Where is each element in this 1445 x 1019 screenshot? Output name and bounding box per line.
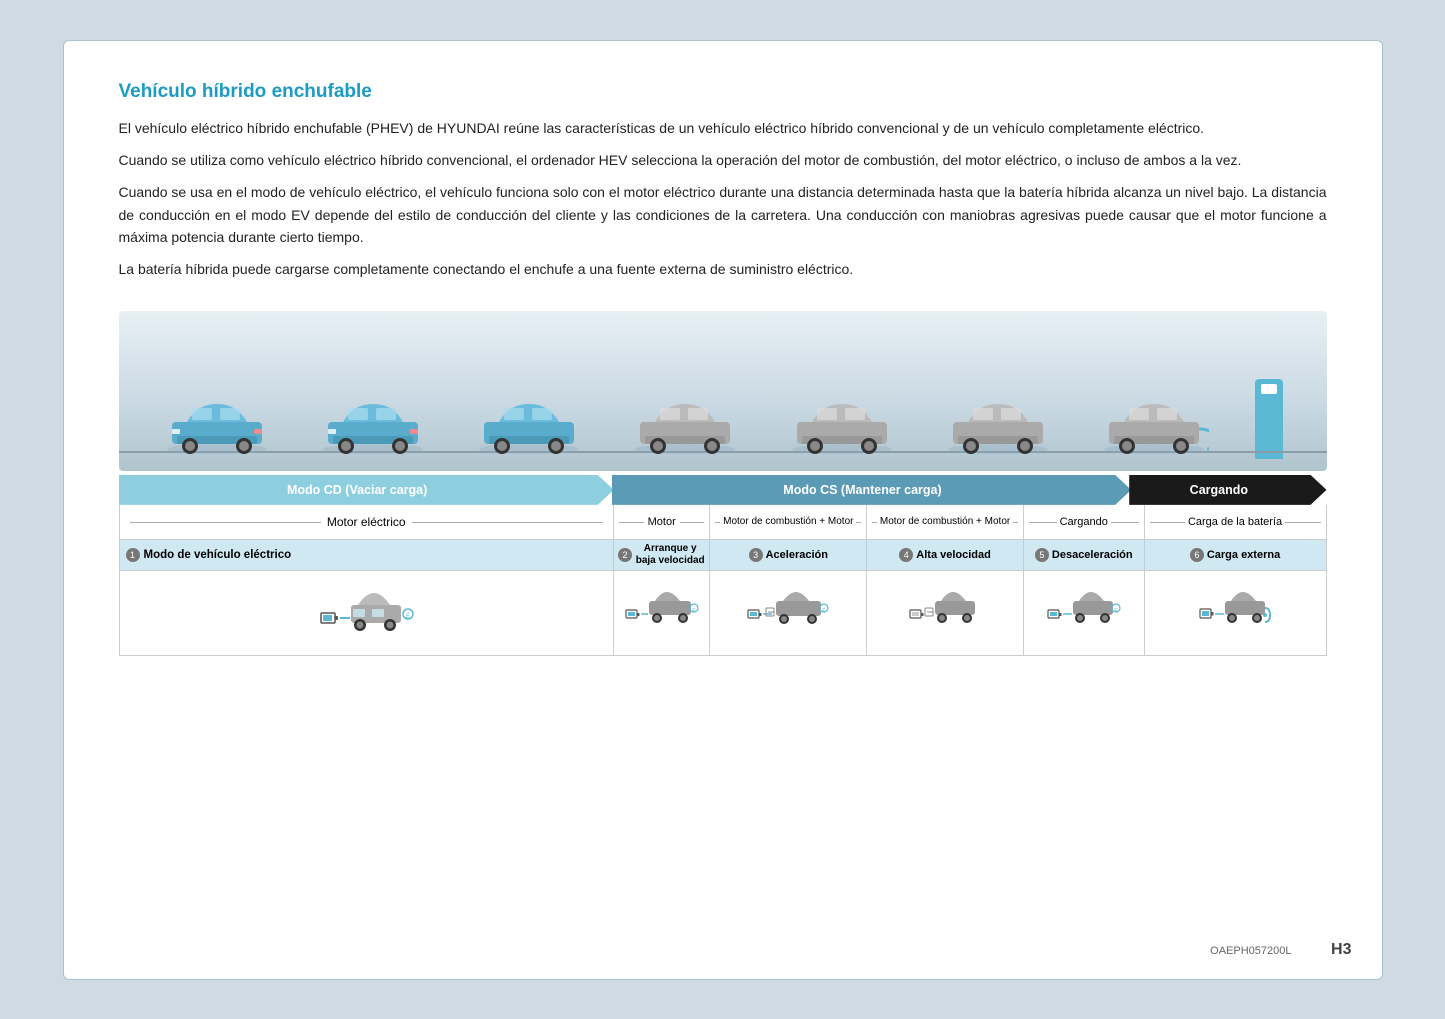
mode-label-3: 3 Aceleración	[710, 540, 867, 570]
mode-num-3: 3	[749, 548, 763, 562]
mode-label-4: 4 Alta velocidad	[867, 540, 1024, 570]
mode-cs-label: Modo CS (Mantener carga)	[783, 483, 941, 497]
car-diagram-svg-1: E	[316, 585, 416, 640]
paragraph-3: Cuando se usa en el modo de vehículo elé…	[119, 181, 1327, 248]
paragraph-2: Cuando se utiliza como vehículo eléctric…	[119, 149, 1327, 171]
motor-cell: Motor	[614, 505, 710, 539]
mode-cd-label: Modo CD (Vaciar carga)	[287, 483, 427, 497]
page-number: H3	[1331, 941, 1351, 959]
page-container: Vehículo híbrido enchufable El vehículo …	[63, 40, 1383, 980]
charging-station	[1255, 379, 1283, 459]
mode-num-1: 1	[126, 548, 140, 562]
mode-text-6: Carga externa	[1207, 549, 1280, 561]
cargando-label: Cargando	[1057, 516, 1111, 528]
cargando-cell: Cargando	[1024, 505, 1145, 539]
mode-num-2: 2	[618, 548, 632, 562]
paragraph-4: La batería híbrida puede cargarse comple…	[119, 258, 1327, 280]
motor-combustion-2-label: Motor de combustión + Motor	[877, 515, 1013, 528]
car-1	[162, 394, 272, 459]
mode-text-2: Arranque y baja velocidad	[635, 543, 705, 567]
motor-combustion-1-cell: Motor de combustión + Motor	[710, 505, 867, 539]
mode-text-3: Aceleración	[766, 549, 828, 561]
car-diagram-3: E	[710, 571, 867, 655]
motor-electrico-label: Motor eléctrico	[321, 515, 412, 529]
paragraph-1: El vehículo eléctrico híbrido enchufable…	[119, 117, 1327, 139]
numbered-modes-row: 1 Modo de vehículo eléctrico 2 Arranque …	[119, 540, 1327, 571]
mode-arrows-row: Modo CD (Vaciar carga) Modo CS (Mantener…	[119, 475, 1327, 505]
car-diagram-2: E	[614, 571, 710, 655]
car-6	[943, 394, 1053, 459]
carga-bateria-label: Carga de la batería	[1185, 516, 1285, 528]
car-diagram-svg-3: E	[746, 585, 831, 640]
mode-num-4: 4	[899, 548, 913, 562]
mode-charging-label: Cargando	[1190, 483, 1248, 497]
mode-charging-arrow: Cargando	[1129, 475, 1326, 505]
mode-label-1: 1 Modo de vehículo eléctrico	[120, 540, 614, 570]
mode-cs-arrow: Modo CS (Mantener carga)	[612, 475, 1131, 505]
car-5	[787, 394, 897, 459]
car-diagram-6	[1145, 571, 1326, 655]
car-diagram-5: E	[1024, 571, 1145, 655]
diagram-area: Modo CD (Vaciar carga) Modo CS (Mantener…	[119, 311, 1327, 656]
car-diagram-4	[867, 571, 1024, 655]
motor-label: Motor	[644, 516, 680, 528]
car-diagrams-row: E E	[119, 571, 1327, 656]
section-title: Vehículo híbrido enchufable	[119, 81, 1327, 103]
mode-label-6: 6 Carga externa	[1145, 540, 1326, 570]
car-diagram-1: E	[120, 571, 614, 655]
car-diagram-svg-6	[1198, 585, 1273, 640]
motor-labels-row: Motor eléctrico Motor Motor de combustió…	[119, 505, 1327, 540]
car-diagram-svg-4	[908, 585, 983, 640]
carga-bateria-cell: Carga de la batería	[1145, 505, 1326, 539]
mode-num-6: 6	[1190, 548, 1204, 562]
mode-num-5: 5	[1035, 548, 1049, 562]
car-3	[474, 394, 584, 459]
car-strip	[119, 311, 1327, 471]
mode-text-4: Alta velocidad	[916, 549, 991, 561]
motor-combustion-1-label: Motor de combustión + Motor	[720, 515, 856, 528]
car-diagram-svg-2: E	[624, 585, 699, 640]
mode-label-2: 2 Arranque y baja velocidad	[614, 540, 710, 570]
mode-cd-arrow: Modo CD (Vaciar carga)	[119, 475, 614, 505]
car-7	[1099, 394, 1209, 459]
motor-combustion-2-cell: Motor de combustión + Motor	[867, 505, 1024, 539]
mode-text-1: Modo de vehículo eléctrico	[144, 549, 292, 561]
svg-text:E: E	[406, 614, 410, 620]
mode-label-5: 5 Desaceleración	[1024, 540, 1145, 570]
car-4	[630, 394, 740, 459]
ref-code: OAEPH057200L	[1210, 945, 1291, 957]
car-diagram-svg-5: E	[1046, 585, 1121, 640]
mode-text-5: Desaceleración	[1052, 549, 1133, 561]
motor-electrico-cell: Motor eléctrico	[120, 505, 614, 539]
car-2	[318, 394, 428, 459]
